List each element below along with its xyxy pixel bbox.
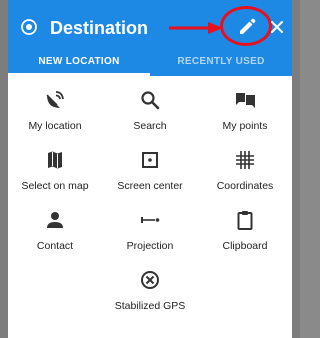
option-label: My location (28, 120, 82, 132)
magnifier-icon (141, 91, 160, 110)
option-my-location[interactable]: My location (8, 76, 102, 136)
option-projection[interactable]: Projection (103, 196, 197, 256)
destination-dialog: Destination NEW LOCATION RECENTLY USED M… (8, 0, 292, 338)
target-icon (21, 19, 37, 35)
center-square-icon (142, 152, 158, 168)
satellite-dish-icon (46, 91, 64, 108)
annotation-arrow (169, 22, 223, 34)
close-icon[interactable] (266, 16, 288, 38)
backdrop-left (0, 0, 8, 338)
points-folders-icon (236, 93, 255, 108)
clipboard-icon (237, 211, 253, 230)
option-label: Select on map (21, 180, 89, 192)
backdrop-right (292, 0, 300, 338)
option-stabilized-gps[interactable]: Stabilized GPS (103, 256, 197, 316)
dialog-header: Destination (8, 0, 292, 55)
coordinate-grid-icon (236, 151, 254, 169)
option-label: Clipboard (222, 240, 268, 252)
option-my-points[interactable]: My points (198, 76, 292, 136)
person-icon (47, 212, 63, 228)
tab-bar: NEW LOCATION RECENTLY USED (8, 55, 292, 76)
gps-cross-circle-icon (141, 271, 159, 289)
option-label: Search (133, 120, 167, 132)
dialog-title: Destination (50, 18, 149, 38)
projection-line-icon (141, 217, 160, 223)
option-screen-center[interactable]: Screen center (103, 136, 197, 196)
option-select-on-map[interactable]: Select on map (8, 136, 102, 196)
option-label: Stabilized GPS (114, 300, 186, 312)
edit-pencil-icon[interactable] (229, 11, 263, 45)
option-label: Screen center (117, 180, 183, 192)
option-label: Coordinates (216, 180, 274, 192)
option-label: My points (222, 120, 268, 132)
option-coordinates[interactable]: Coordinates (198, 136, 292, 196)
option-contact[interactable]: Contact (8, 196, 102, 256)
option-label: Projection (126, 240, 174, 252)
folded-map-icon (48, 151, 62, 169)
option-clipboard[interactable]: Clipboard (198, 196, 292, 256)
option-search[interactable]: Search (103, 76, 197, 136)
tab-recently-used[interactable]: RECENTLY USED (150, 55, 292, 76)
option-label: Contact (36, 240, 74, 252)
